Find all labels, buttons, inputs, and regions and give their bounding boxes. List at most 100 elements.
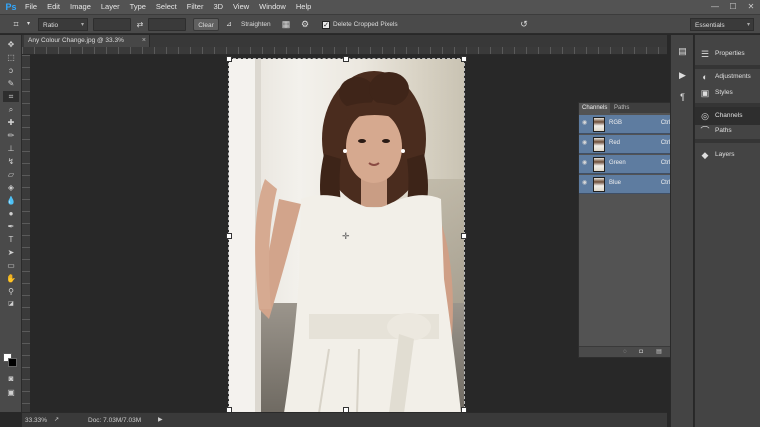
menu-file[interactable]: File <box>20 0 42 14</box>
channel-name: Red <box>609 140 621 146</box>
healing-brush-tool-icon[interactable]: ✚ <box>3 117 19 128</box>
document-tab[interactable]: Any Colour Change.jpg @ 33.3% (RGB/8) × <box>24 35 150 56</box>
quick-mask-icon[interactable]: ◙ <box>3 373 19 384</box>
menu-edit[interactable]: Edit <box>42 0 65 14</box>
overlay-grid-icon[interactable]: ▦ <box>280 18 292 31</box>
channel-row-rgb[interactable]: ◉ RGB Ctrl+2 <box>579 115 683 134</box>
paths-icon: ⌒ <box>700 126 710 136</box>
crop-tool-icon[interactable]: ⌗ <box>8 18 24 31</box>
crop-center-icon: ✛ <box>342 231 350 241</box>
menu-select[interactable]: Select <box>151 0 182 14</box>
tab-paths[interactable]: Paths <box>611 103 632 113</box>
crop-handle-top-left[interactable] <box>226 56 232 62</box>
crop-handle-top-right[interactable] <box>461 56 467 62</box>
channel-row-blue[interactable]: ◉ Blue Ctrl+5 <box>579 175 683 194</box>
chevron-down-icon[interactable]: ▾ <box>27 18 33 31</box>
crop-handle-right[interactable] <box>461 233 467 239</box>
paragraph-icon[interactable]: ¶ <box>676 91 689 104</box>
status-menu-arrow-icon[interactable]: ▶ <box>158 416 163 425</box>
delete-cropped-checkbox[interactable]: ✓ <box>322 21 330 29</box>
eye-icon[interactable]: ◉ <box>582 180 588 186</box>
crop-handle-left[interactable] <box>226 233 232 239</box>
dock-label: Layers <box>715 151 735 158</box>
path-selection-tool-icon[interactable]: ➤ <box>3 247 19 258</box>
reset-icon[interactable]: ↺ <box>518 18 530 31</box>
dock-separator <box>695 139 760 143</box>
dodge-tool-icon[interactable]: ● <box>3 208 19 219</box>
pen-tool-icon[interactable]: ✒ <box>3 221 19 232</box>
dock-paths[interactable]: ⌒ Paths <box>695 122 760 140</box>
tab-channels[interactable]: Channels <box>579 103 611 113</box>
gear-icon[interactable]: ⚙ <box>299 18 311 31</box>
default-colors-icon[interactable]: ◪ <box>3 299 19 310</box>
menu-window[interactable]: Window <box>254 0 291 14</box>
channel-row-red[interactable]: ◉ Red Ctrl+3 <box>579 135 683 154</box>
menu-help[interactable]: Help <box>291 0 316 14</box>
brush-tool-icon[interactable]: ✏ <box>3 130 19 141</box>
history-brush-tool-icon[interactable]: ↯ <box>3 156 19 167</box>
zoom-tool-icon[interactable]: ⚲ <box>3 286 19 297</box>
workspace-select[interactable]: Essentials <box>690 18 754 32</box>
dock-label: Adjustments <box>715 73 751 80</box>
channels-panel: Channels Paths ≡ ◉ RGB Ctrl+2 ◉ Red Ctrl… <box>578 102 684 358</box>
history-icon[interactable]: ▤ <box>676 45 689 58</box>
menu-filter[interactable]: Filter <box>182 0 209 14</box>
channels-panel-footer: ◌ ◘ ▤ 🗑 <box>579 346 683 357</box>
swap-icon[interactable]: ⇄ <box>135 18 145 31</box>
channel-name: Green <box>609 160 626 166</box>
clear-button[interactable]: Clear <box>193 18 219 31</box>
dock-label: Channels <box>715 112 743 119</box>
crop-tool-icon[interactable]: ⌗ <box>3 91 19 102</box>
window-controls: — ☐ ✕ <box>706 0 760 14</box>
quick-selection-tool-icon[interactable]: ✎ <box>3 78 19 89</box>
options-bar: ⌗ ▾ Ratio ⇄ Clear ⊿ Straighten ▦ ⚙ ✓ Del… <box>0 14 760 34</box>
close-tab-icon[interactable]: × <box>142 35 146 47</box>
adjustments-icon: ◐ <box>702 72 708 82</box>
eraser-tool-icon[interactable]: ▱ <box>3 169 19 180</box>
straighten-icon[interactable]: ⊿ <box>226 18 240 31</box>
background-color-swatch[interactable] <box>8 358 17 367</box>
lasso-tool-icon[interactable]: ↄ <box>3 65 19 76</box>
blur-tool-icon[interactable]: 💧 <box>3 195 19 206</box>
channel-thumbnail <box>593 157 605 172</box>
menu-image[interactable]: Image <box>65 0 96 14</box>
paint-bucket-tool-icon[interactable]: ◈ <box>3 182 19 193</box>
dock-properties[interactable]: ☰ Properties <box>695 45 760 63</box>
hand-tool-icon[interactable]: ✋ <box>3 273 19 284</box>
marquee-tool-icon[interactable]: ⬚ <box>3 52 19 63</box>
channel-name: Blue <box>609 180 622 186</box>
canvas-area[interactable]: ✛ <box>30 55 667 414</box>
dock-layers[interactable]: ◆ Layers <box>695 146 760 164</box>
new-channel-icon[interactable]: ▤ <box>655 349 663 356</box>
menu-layer[interactable]: Layer <box>96 0 125 14</box>
dock-label: Styles <box>715 89 733 96</box>
ratio-select[interactable]: Ratio <box>38 18 88 32</box>
menu-bar: Ps File Edit Image Layer Type Select Fil… <box>0 0 760 14</box>
eyedropper-tool-icon[interactable]: ⌕ <box>3 104 19 115</box>
straighten-label[interactable]: Straighten <box>241 18 273 31</box>
eye-icon[interactable]: ◉ <box>582 140 588 146</box>
menu-3d[interactable]: 3D <box>208 0 228 14</box>
maximize-button[interactable]: ☐ <box>724 0 742 14</box>
load-selection-icon[interactable]: ◌ <box>621 349 629 356</box>
close-window-button[interactable]: ✕ <box>742 0 760 14</box>
save-selection-icon[interactable]: ◘ <box>637 349 645 356</box>
height-input[interactable] <box>148 18 186 31</box>
share-icon[interactable]: ↗ <box>54 416 59 425</box>
eye-icon[interactable]: ◉ <box>582 120 588 126</box>
width-input[interactable] <box>93 18 131 31</box>
minimize-button[interactable]: — <box>706 0 724 14</box>
rectangle-tool-icon[interactable]: ▭ <box>3 260 19 271</box>
menu-view[interactable]: View <box>228 0 254 14</box>
crop-handle-top[interactable] <box>343 56 349 62</box>
eye-icon[interactable]: ◉ <box>582 160 588 166</box>
screen-mode-icon[interactable]: ▣ <box>3 387 19 398</box>
clone-stamp-tool-icon[interactable]: ⊥ <box>3 143 19 154</box>
type-tool-icon[interactable]: T <box>3 234 19 245</box>
zoom-level[interactable]: 33.33% <box>25 416 47 425</box>
menu-type[interactable]: Type <box>125 0 151 14</box>
channel-row-green[interactable]: ◉ Green Ctrl+4 <box>579 155 683 174</box>
actions-icon[interactable]: ▶ <box>676 69 689 82</box>
move-tool-icon[interactable]: ✥ <box>3 39 19 50</box>
dock-styles[interactable]: ▣ Styles <box>695 84 760 102</box>
